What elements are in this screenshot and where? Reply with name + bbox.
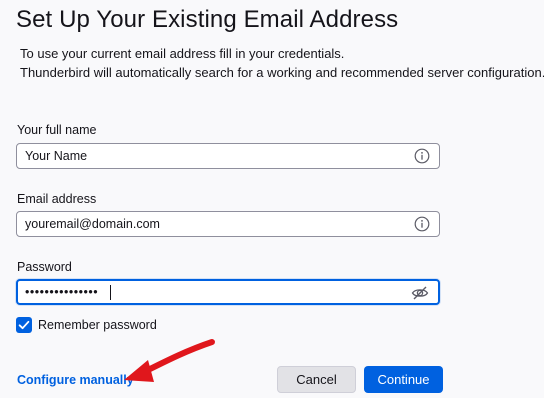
eye-slash-icon[interactable] [411,284,429,302]
cancel-button[interactable]: Cancel [277,366,356,393]
full-name-label: Your full name [17,123,97,137]
continue-button[interactable]: Continue [364,366,443,393]
description-line-2: Thunderbird will automatically search fo… [20,65,544,80]
full-name-field[interactable]: Your Name [16,143,440,169]
checkmark-icon [18,320,30,330]
email-value: youremail@domain.com [25,217,160,231]
annotation-arrow-icon [124,339,215,382]
password-label: Password [17,260,72,274]
password-field[interactable]: ••••••••••••••• [16,279,440,305]
password-value: ••••••••••••••• [25,285,99,299]
full-name-value: Your Name [25,149,88,163]
email-field[interactable]: youremail@domain.com [16,211,440,237]
remember-password-label[interactable]: Remember password [38,318,157,332]
email-label: Email address [17,192,97,206]
description-line-1: To use your current email address fill i… [20,46,345,61]
configure-manually-link[interactable]: Configure manually [17,373,134,387]
info-icon[interactable] [414,148,430,164]
info-icon[interactable] [414,216,430,232]
text-caret [110,285,111,300]
page-description: To use your current email address fill i… [20,44,544,82]
page-title: Set Up Your Existing Email Address [16,6,399,33]
remember-password-checkbox[interactable] [16,317,32,333]
